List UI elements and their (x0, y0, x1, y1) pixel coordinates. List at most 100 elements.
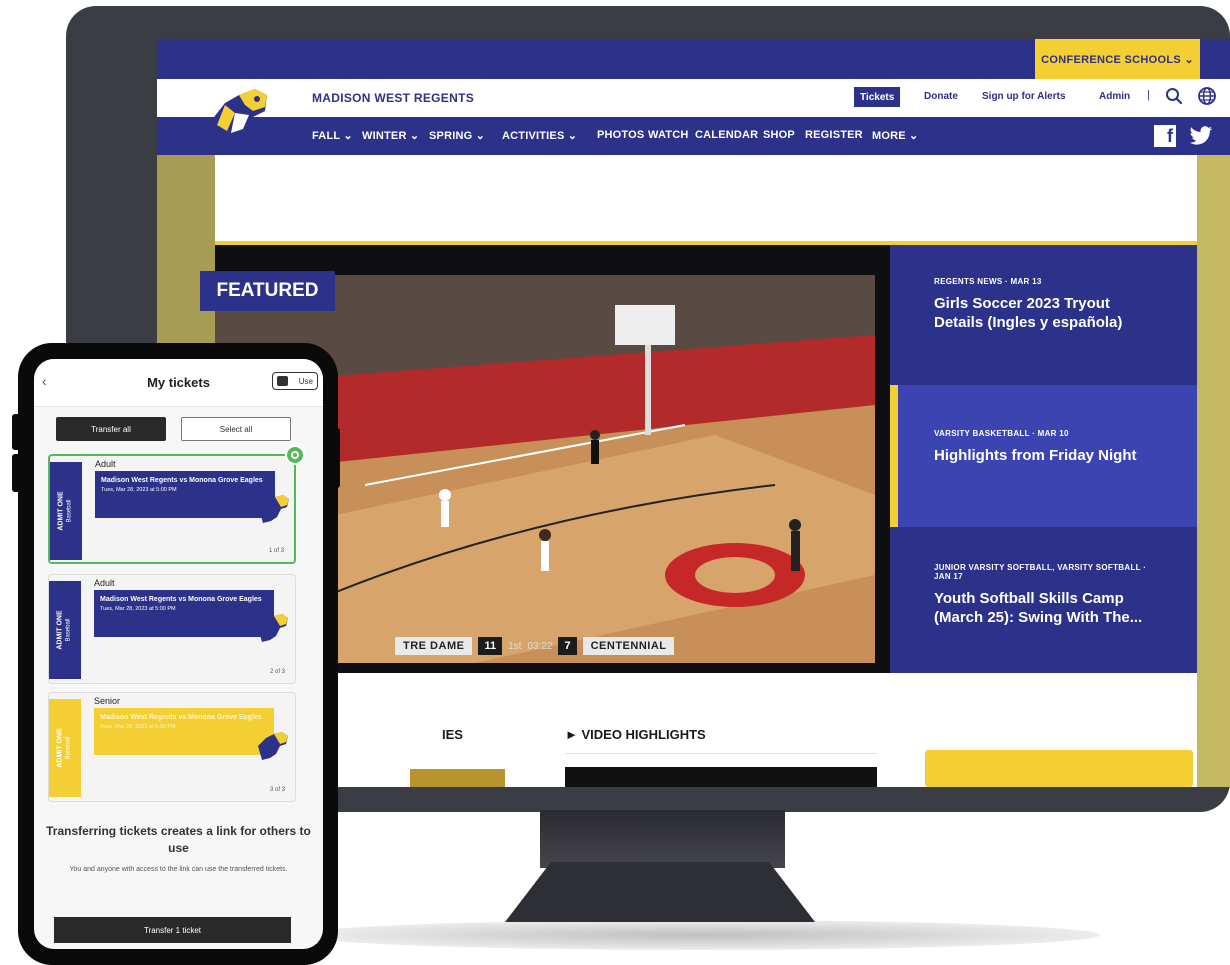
news-item[interactable]: REGENTS NEWS · MAR 13 Girls Soccer 2023 … (890, 245, 1197, 385)
banner-space (215, 155, 1197, 245)
nav-photos[interactable]: PHOTOS (597, 129, 644, 141)
ticket-stub: ADMIT ONE Baseball (49, 581, 81, 679)
facebook-icon[interactable]: f (1154, 125, 1176, 147)
admin-link[interactable]: Admin (1099, 91, 1130, 102)
regents-logo (258, 732, 288, 760)
globe-icon[interactable] (1197, 86, 1217, 106)
regents-logo (259, 495, 289, 523)
phone-power-button (332, 428, 340, 488)
background-photo-right (1197, 155, 1230, 787)
divider (565, 753, 877, 754)
monitor-stand-neck (540, 810, 785, 868)
ticket-stub: ADMIT ONE Baseball (49, 699, 81, 797)
nav-shop[interactable]: SHOP (763, 129, 795, 141)
monitor-stand-base (505, 862, 815, 922)
scoreboard-clock: 03:22 (527, 640, 553, 652)
ticket-matchup: Madison West Regents vs Monona Grove Eag… (101, 477, 263, 484)
nav-more[interactable]: MORE ⌄ (872, 129, 918, 142)
donate-link[interactable]: Donate (924, 91, 958, 102)
ticket-card[interactable]: ADMIT ONE Baseball Adult Madison West Reg… (48, 445, 305, 564)
news-item-active[interactable]: VARSITY BASKETBALL · MAR 10 Highlights f… (890, 385, 1197, 527)
scoreboard-home-score: 11 (478, 637, 503, 655)
top-bar: CONFERENCE SCHOOLS ⌄ (157, 39, 1230, 79)
featured-label: FEATURED (200, 271, 335, 311)
news-title[interactable]: Youth Softball Skills Camp (March 25): S… (934, 589, 1153, 627)
video-highlight-player[interactable] (565, 767, 877, 787)
use-button[interactable]: Use (272, 372, 318, 390)
scoreboard-away-team: CENTENNIAL (582, 637, 675, 655)
select-all-button[interactable]: Select all (181, 417, 291, 441)
header-row: MADISON WEST REGENTS Tickets Donate Sign… (157, 79, 1230, 117)
search-icon[interactable] (1165, 87, 1183, 105)
scoreboard-away-score: 7 (558, 637, 577, 655)
link-separator: | (1147, 89, 1150, 101)
transfer-ticket-button[interactable]: Transfer 1 ticket (54, 917, 291, 943)
ticket-stub-sport: Baseball (66, 736, 72, 760)
regents-logo[interactable] (205, 81, 273, 157)
ticket-stub-label: ADMIT ONE (57, 610, 64, 650)
ticket-date: Tues, Mar 28, 2023 at 5:00 PM (100, 606, 176, 612)
ticket-matchup: Madison West Regents vs Monona Grove Eag… (100, 714, 262, 721)
featured-section: FEATURED TRE DAME 11 1st 03:22 7 CENTENN… (200, 241, 1197, 673)
news-title[interactable]: Girls Soccer 2023 Tryout Details (Ingles… (934, 294, 1153, 332)
stage: CONFERENCE SCHOOLS ⌄ MADISON WEST REGENT… (0, 0, 1230, 965)
promo-card[interactable] (925, 750, 1193, 787)
main-nav: FALL ⌄ WINTER ⌄ SPRING ⌄ ACTIVITIES ⌄ PH… (157, 117, 1230, 155)
news-meta: REGENTS NEWS · MAR 13 (934, 277, 1042, 286)
use-button-label: Use (298, 376, 313, 386)
ticket-date: Tues, Mar 28, 2023 at 5:00 PM (100, 724, 176, 730)
alerts-link[interactable]: Sign up for Alerts (982, 91, 1066, 102)
nav-spring[interactable]: SPRING ⌄ (429, 129, 485, 142)
games-thumbnail[interactable] (410, 769, 505, 787)
regents-logo (258, 614, 288, 642)
phone-volume-down (12, 454, 22, 492)
ticket-body: Madison West Regents vs Monona Grove Eag… (94, 708, 274, 755)
ticket-card[interactable]: ADMIT ONE Baseball Adult Madison West Reg… (48, 574, 296, 684)
ticket-stub-sport: Baseball (66, 618, 72, 642)
scoreboard-home-team: TRE DAME (395, 637, 473, 655)
news-column: REGENTS NEWS · MAR 13 Girls Soccer 2023 … (890, 245, 1197, 673)
nav-watch[interactable]: WATCH (648, 129, 689, 141)
scoreboard: TRE DAME 11 1st 03:22 7 CENTENNIAL (395, 635, 675, 657)
scoreboard-period: 1st (508, 640, 522, 652)
ticket-body: Madison West Regents vs Monona Grove Eag… (95, 471, 275, 518)
phone-volume-up (12, 414, 22, 450)
ticket-type: Senior (94, 696, 121, 706)
ticket-count: 2 of 3 (269, 669, 285, 675)
selected-check-icon[interactable] (285, 445, 305, 465)
news-meta: VARSITY BASKETBALL · MAR 10 (934, 429, 1069, 438)
ticket-body: Madison West Regents vs Monona Grove Eag… (94, 590, 274, 637)
news-meta: JUNIOR VARSITY SOFTBALL, VARSITY SOFTBAL… (934, 563, 1147, 581)
tickets-button[interactable]: Tickets (854, 87, 901, 107)
ticket-stub-label: ADMIT ONE (58, 491, 65, 531)
ticket-matchup: Madison West Regents vs Monona Grove Eag… (100, 596, 262, 603)
transfer-heading: Transferring tickets creates a link for … (46, 824, 311, 855)
ticket-card[interactable]: ADMIT ONE Baseball Senior Madison West Re… (48, 692, 296, 802)
ticket-count: 1 of 3 (268, 548, 284, 554)
nav-register[interactable]: REGISTER (805, 129, 863, 141)
transfer-subtext: You and anyone with access to the link c… (69, 866, 288, 873)
nav-fall[interactable]: FALL ⌄ (312, 129, 353, 142)
news-title[interactable]: Highlights from Friday Night (934, 446, 1153, 465)
twitter-icon[interactable] (1189, 125, 1213, 147)
stand-shadow (300, 920, 1100, 950)
ticket-type: Adult (95, 459, 116, 469)
phone-header: ‹ My tickets Use (34, 359, 323, 407)
ticket-stub: ADMIT ONE Baseball (50, 462, 82, 560)
transfer-all-button[interactable]: Transfer all (56, 417, 166, 441)
ticket-stub-sport: Baseball (67, 499, 73, 523)
ticket-type: Adult (94, 578, 115, 588)
games-section-label[interactable]: IES (442, 727, 463, 742)
brand-name[interactable]: MADISON WEST REGENTS (312, 91, 474, 105)
phone-screen: ‹ My tickets Use Transfer all Select all… (34, 359, 323, 949)
ticket-count: 3 of 3 (269, 787, 285, 793)
nav-calendar[interactable]: CALENDAR (695, 129, 758, 141)
below-featured: IES ► VIDEO HIGHLIGHTS (215, 673, 1197, 787)
nav-activities[interactable]: ACTIVITIES ⌄ (502, 129, 577, 142)
nav-winter[interactable]: WINTER ⌄ (362, 129, 419, 142)
ticket-icon (277, 376, 288, 386)
ticket-date: Tues, Mar 28, 2023 at 5:00 PM (101, 487, 177, 493)
conference-schools-button[interactable]: CONFERENCE SCHOOLS ⌄ (1035, 39, 1200, 79)
video-highlights-label[interactable]: ► VIDEO HIGHLIGHTS (565, 727, 706, 742)
news-item[interactable]: JUNIOR VARSITY SOFTBALL, VARSITY SOFTBAL… (890, 527, 1197, 673)
